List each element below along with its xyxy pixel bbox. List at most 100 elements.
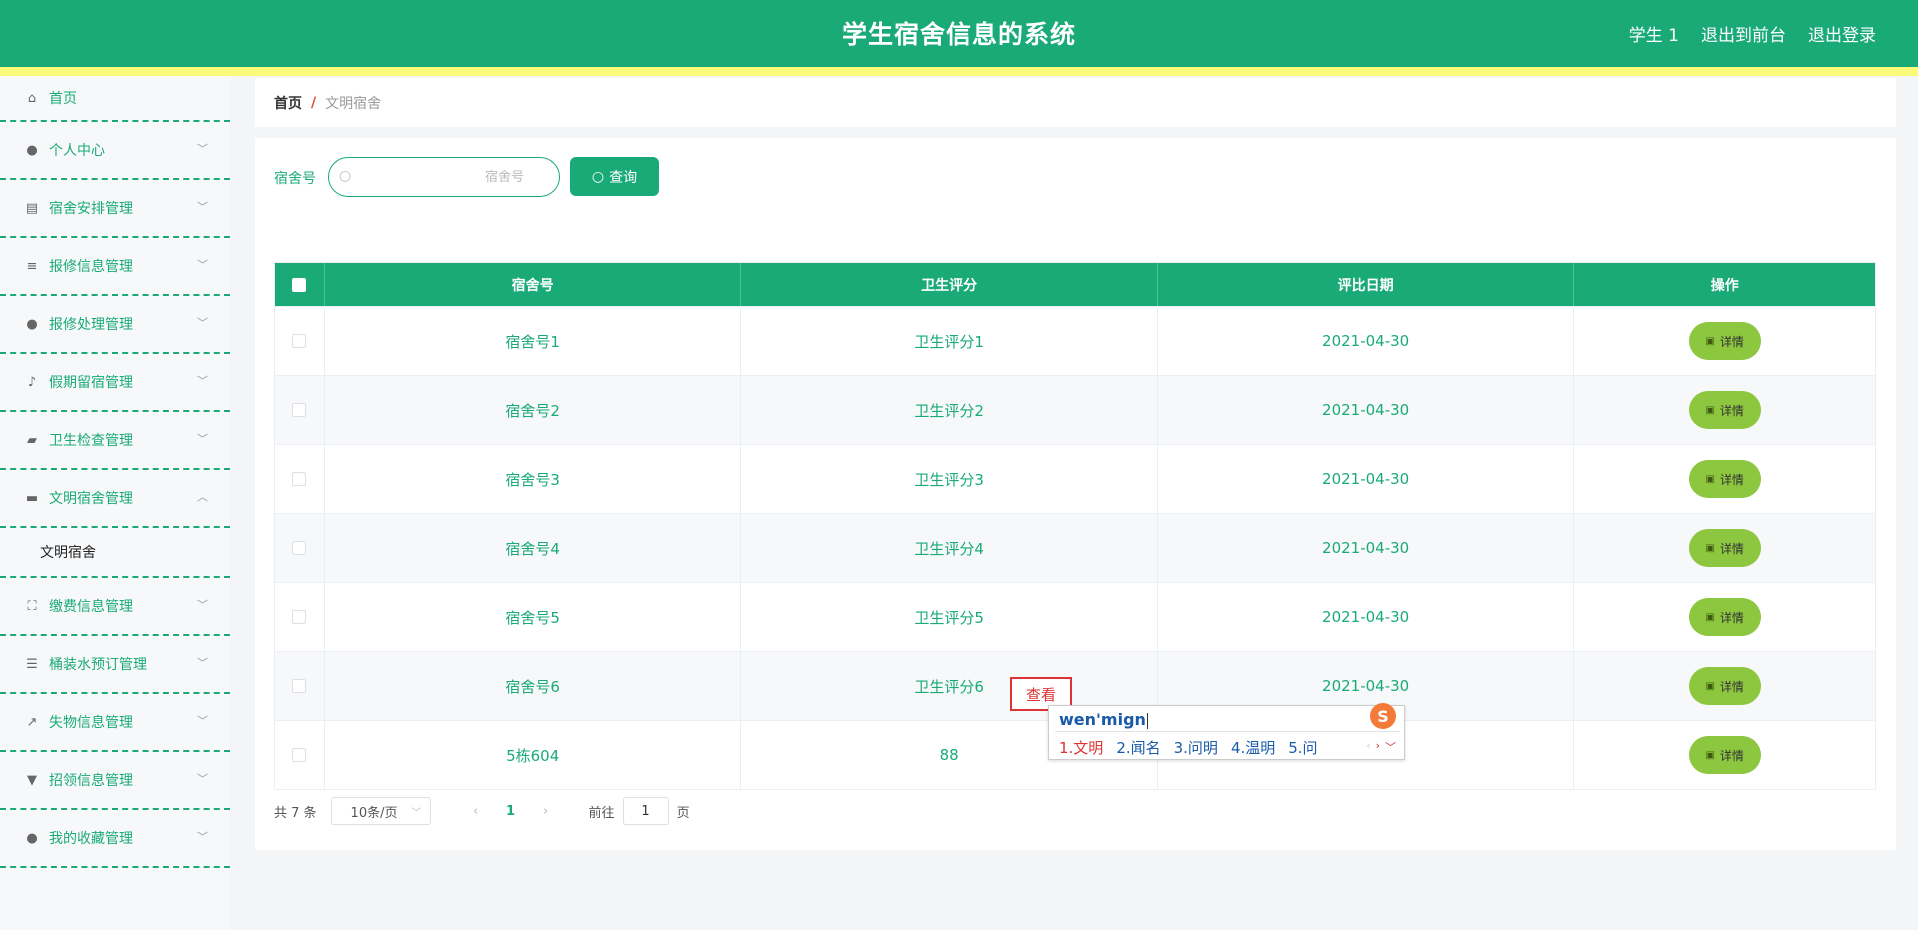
detail-button[interactable]: ▣ 详情 [1688, 667, 1761, 705]
sidebar-item-civilized-dorm[interactable]: ▬ 文明宿舍管理 ︿ [0, 470, 230, 528]
breadcrumb-home[interactable]: 首页 [274, 93, 302, 113]
back-to-frontend-link[interactable]: 退出到前台 [1701, 21, 1786, 46]
row-checkbox[interactable] [292, 334, 307, 348]
sidebar-item-repair-handling[interactable]: ● 报修处理管理 ﹀ [0, 296, 230, 354]
row-checkbox[interactable] [292, 610, 307, 624]
date-cell: 2021-04-30 [1158, 514, 1575, 582]
sidebar-item-dorm-arrangement[interactable]: ▤ 宿舍安排管理 ﹀ [0, 180, 230, 238]
detail-button-label: 详情 [1719, 541, 1744, 556]
room-cell: 宿舍号5 [325, 583, 742, 651]
brush-icon: ▼ [27, 772, 37, 788]
detail-button-label: 详情 [1719, 679, 1744, 694]
ime-candidate-panel: wen'mign S 1.文明 2.闻名 3.问明 4.温明 5.问 ‹ › ﹀ [1048, 703, 1405, 760]
room-cell: 宿舍号6 [325, 652, 742, 720]
detail-button-label: 详情 [1719, 472, 1744, 487]
sidebar-item-label: 报修处理管理 [49, 317, 133, 333]
chevron-up-icon: ︿ [197, 490, 208, 504]
detail-button[interactable]: ▣ 详情 [1688, 529, 1761, 567]
sidebar-item-hygiene-check[interactable]: ▰ 卫生检查管理 ﹀ [0, 412, 230, 470]
score-cell: 卫生评分5 [741, 583, 1158, 651]
row-checkbox[interactable] [292, 748, 307, 762]
row-checkbox[interactable] [292, 403, 307, 417]
breadcrumb-current: 文明宿舍 [325, 95, 382, 112]
detail-button[interactable]: ▣ 详情 [1688, 460, 1761, 498]
page-size-select[interactable]: 10条/页 ﹀ [330, 797, 431, 825]
sidebar-item-label: 缴费信息管理 [49, 599, 133, 615]
document-icon: ▣ [1705, 542, 1715, 554]
clipboard-icon: ▤ [25, 200, 39, 216]
pagination: 共 7 条 10条/页 ﹀ ‹ 1 › 前往 页 [274, 796, 690, 826]
room-cell: 宿舍号2 [325, 376, 742, 444]
breadcrumb: 首页 / 文明宿舍 [255, 78, 1896, 127]
detail-button[interactable]: ▣ 详情 [1688, 736, 1761, 774]
sidebar-item-label: 个人中心 [49, 143, 105, 159]
briefcase-icon: ▰ [27, 432, 37, 448]
sidebar-subitem-civilized-dorm[interactable]: 文明宿舍 [0, 528, 230, 578]
sidebar-item-label: 卫生检查管理 [49, 433, 133, 449]
chevron-down-icon[interactable]: ﹀ [1385, 739, 1396, 755]
sidebar-item-found-items[interactable]: ▼ 招领信息管理 ﹀ [0, 752, 230, 810]
chevron-down-icon: ﹀ [197, 258, 208, 272]
logout-link[interactable]: 退出登录 [1808, 21, 1876, 46]
table-row: 宿舍号1 卫生评分1 2021-04-30 ▣ 详情 [275, 306, 1875, 375]
room-cell: 宿舍号1 [325, 307, 742, 375]
document-icon: ▣ [1705, 680, 1715, 692]
sidebar-item-lost-items[interactable]: ↗ 失物信息管理 ﹀ [0, 694, 230, 752]
date-cell: 2021-04-30 [1158, 445, 1575, 513]
sidebar-item-personal-center[interactable]: ● 个人中心 ﹀ [0, 122, 230, 180]
sidebar-item-home[interactable]: ⌂ 首页 [0, 76, 230, 122]
user-icon: ● [26, 316, 38, 332]
sidebar: ⌂ 首页 ● 个人中心 ﹀ ▤ 宿舍安排管理 ﹀ ≡ 报修信息管理 ﹀ ● 报修… [0, 76, 230, 930]
monitor-icon: ▬ [25, 490, 39, 506]
table-row: 宿舍号5 卫生评分5 2021-04-30 ▣ 详情 [275, 582, 1875, 651]
detail-button-label: 详情 [1719, 403, 1744, 418]
ime-candidate[interactable]: 1.文明 [1059, 737, 1103, 758]
row-checkbox[interactable] [292, 472, 307, 486]
document-icon: ▣ [1705, 611, 1715, 623]
row-checkbox[interactable] [292, 679, 307, 693]
detail-button[interactable]: ▣ 详情 [1688, 322, 1761, 360]
search-input[interactable] [359, 165, 549, 189]
sidebar-item-water-order[interactable]: ☰ 桶装水预订管理 ﹀ [0, 636, 230, 694]
room-cell: 宿舍号3 [325, 445, 742, 513]
goto-prefix: 前往 [588, 805, 615, 821]
sidebar-item-label: 首页 [49, 91, 77, 107]
goto-page-input[interactable] [622, 797, 669, 825]
ime-candidate[interactable]: 5.问 [1288, 737, 1317, 758]
query-button[interactable]: ○ 查询 [570, 157, 659, 196]
chevron-down-icon: ﹀ [197, 772, 208, 786]
detail-button[interactable]: ▣ 详情 [1688, 598, 1761, 636]
ime-composition: wen'mign [1059, 710, 1146, 729]
ime-logo: S [1370, 703, 1396, 729]
header-stripe [0, 67, 1918, 76]
sidebar-item-holiday-stay[interactable]: ♪ 假期留宿管理 ﹀ [0, 354, 230, 412]
user-icon: ● [26, 830, 38, 846]
ime-candidate[interactable]: 2.闻名 [1116, 737, 1160, 758]
current-user-link[interactable]: 学生 1 [1629, 21, 1679, 46]
row-checkbox[interactable] [292, 541, 307, 555]
next-page-button[interactable]: › [531, 804, 561, 819]
chevron-right-icon[interactable]: › [1376, 739, 1380, 755]
sidebar-item-repair-info[interactable]: ≡ 报修信息管理 ﹀ [0, 238, 230, 296]
page-number[interactable]: 1 [501, 804, 521, 819]
top-header: 学生宿舍信息的系统 学生 1 退出到前台 退出登录 [0, 0, 1918, 67]
prev-page-button[interactable]: ‹ [461, 804, 491, 819]
chevron-down-icon: ﹀ [197, 142, 208, 156]
sidebar-item-payment-info[interactable]: ⛶ 缴费信息管理 ﹀ [0, 578, 230, 636]
chevron-left-icon[interactable]: ‹ [1366, 739, 1370, 755]
detail-button[interactable]: ▣ 详情 [1688, 391, 1761, 429]
ime-candidate[interactable]: 3.问明 [1174, 737, 1218, 758]
ime-candidate[interactable]: 4.温明 [1231, 737, 1275, 758]
date-cell: 2021-04-30 [1158, 376, 1575, 444]
sidebar-item-favorites[interactable]: ● 我的收藏管理 ﹀ [0, 810, 230, 868]
document-icon: ▣ [1705, 473, 1715, 485]
header-action: 操作 [1710, 277, 1739, 294]
table-row: 宿舍号2 卫生评分2 2021-04-30 ▣ 详情 [275, 375, 1875, 444]
table-row: 宿舍号4 卫生评分4 2021-04-30 ▣ 详情 [275, 513, 1875, 582]
score-cell: 卫生评分4 [741, 514, 1158, 582]
select-all-checkbox[interactable] [292, 277, 307, 292]
microphone-icon: ♪ [27, 374, 37, 390]
page-size-value: 10条/页 [350, 805, 398, 821]
breadcrumb-separator: / [311, 94, 317, 111]
detail-button-label: 详情 [1719, 334, 1744, 349]
